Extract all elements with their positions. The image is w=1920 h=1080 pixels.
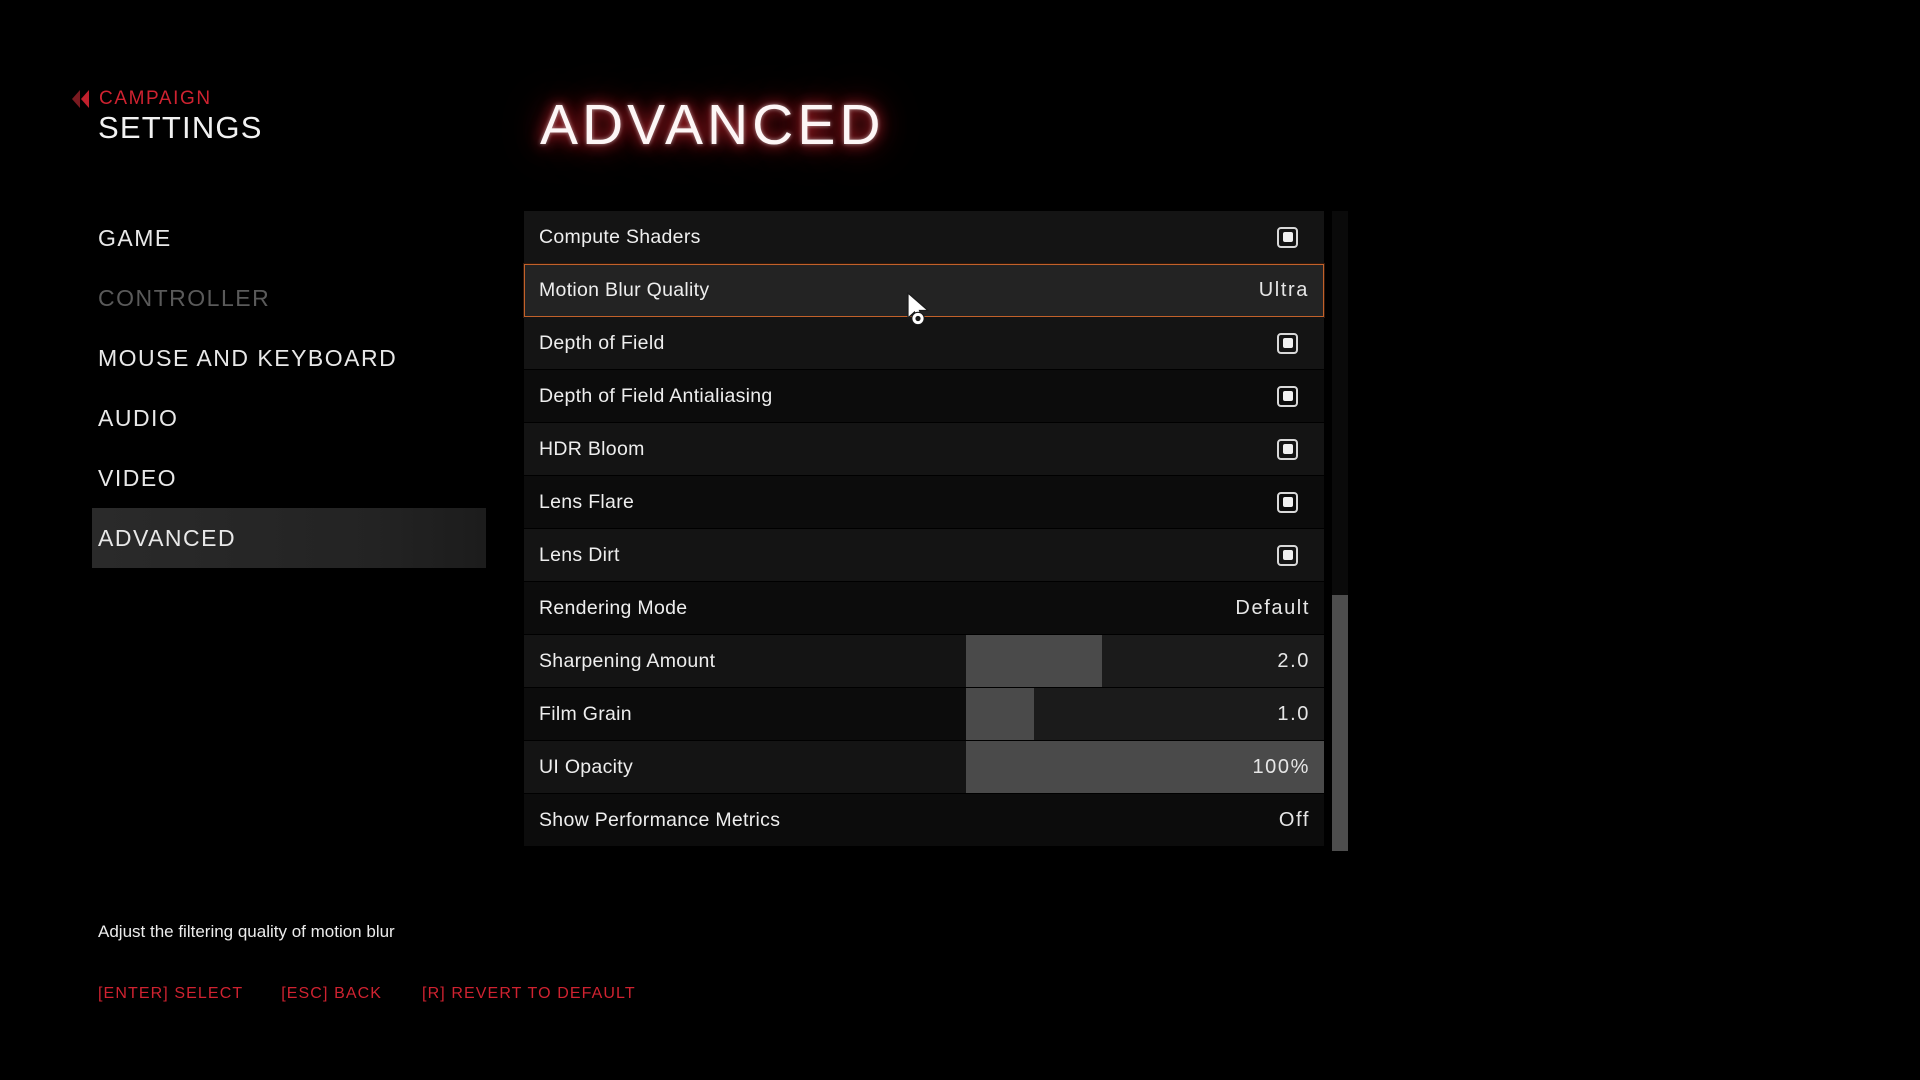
key-hint-action: BACK — [334, 985, 383, 1002]
setting-value[interactable]: 2.0 — [1277, 650, 1324, 673]
setting-label: Depth of Field Antialiasing — [539, 384, 773, 407]
double-chevron-left-icon[interactable] — [72, 90, 89, 108]
setting-label: Lens Flare — [539, 490, 635, 513]
sidebar-item-video[interactable]: VIDEO — [0, 448, 480, 508]
key-hint: [R] REVERT TO DEFAULT — [422, 985, 636, 1003]
slider-fill[interactable] — [966, 635, 1103, 687]
key-hints: [ENTER] SELECT [ESC] BACK [R] REVERT TO DE… — [98, 985, 636, 1003]
checkbox-mark-icon — [1282, 497, 1293, 507]
setting-label: HDR Bloom — [539, 437, 645, 460]
setting-row[interactable]: Rendering Mode Default — [524, 582, 1324, 635]
setting-value[interactable]: Off — [1279, 809, 1324, 832]
setting-row[interactable]: Lens Flare — [524, 476, 1324, 529]
sidebar-item-advanced[interactable]: ADVANCED — [92, 508, 486, 568]
checkbox-mark-icon — [1282, 444, 1293, 454]
help-description: Adjust the filtering quality of motion b… — [98, 922, 395, 941]
scrollbar-track[interactable] — [1332, 211, 1348, 851]
sidebar-item-game[interactable]: GAME — [0, 208, 480, 268]
setting-label: Motion Blur Quality — [539, 279, 710, 301]
setting-row[interactable]: UI Opacity 100% — [524, 741, 1324, 794]
settings-screen: CAMPAIGN SETTINGS GAME CONTROLLER MOUSE AN… — [0, 0, 1920, 1080]
key-hint-key: [ENTER] — [98, 985, 169, 1002]
key-hint-key: [ESC] — [281, 985, 329, 1002]
scrollbar-thumb[interactable] — [1332, 595, 1348, 851]
setting-row[interactable]: Film Grain 1.0 — [524, 688, 1324, 741]
arrow-cursor-icon — [906, 291, 936, 335]
sidebar-item-controller: CONTROLLER — [0, 268, 480, 328]
sidebar-item-label: VIDEO — [98, 464, 178, 491]
back-breadcrumb[interactable]: CAMPAIGN — [72, 88, 212, 110]
sidebar-item-label: MOUSE AND KEYBOARD — [98, 344, 398, 371]
sidebar-item-audio[interactable]: AUDIO — [0, 388, 480, 448]
setting-value[interactable]: Default — [1235, 597, 1324, 620]
setting-row[interactable]: Compute Shaders — [524, 211, 1324, 264]
breadcrumb-label: CAMPAIGN — [99, 88, 212, 109]
key-hint: [ENTER] SELECT — [98, 985, 243, 1003]
checkbox-toggle[interactable] — [1277, 544, 1298, 566]
checkbox-mark-icon — [1282, 550, 1293, 560]
sidebar-nav: GAME CONTROLLER MOUSE AND KEYBOARD AUDIO VID… — [0, 208, 486, 568]
setting-label: Film Grain — [539, 702, 632, 725]
checkbox-toggle[interactable] — [1277, 226, 1298, 248]
checkbox-mark-icon — [1282, 338, 1293, 348]
checkbox-mark-icon — [1282, 391, 1293, 401]
page-heading-settings: SETTINGS — [98, 110, 263, 145]
setting-label: Sharpening Amount — [539, 649, 716, 672]
setting-row[interactable]: Depth of Field Antialiasing — [524, 370, 1324, 423]
setting-value[interactable]: 100% — [1252, 756, 1324, 779]
setting-label: UI Opacity — [539, 755, 634, 778]
checkbox-toggle[interactable] — [1277, 332, 1298, 354]
key-hint-key: [R] — [422, 985, 446, 1002]
setting-label: Rendering Mode — [539, 596, 688, 619]
setting-label: Compute Shaders — [539, 225, 701, 248]
setting-row[interactable]: Sharpening Amount 2.0 — [524, 635, 1324, 688]
key-hint-action: REVERT TO DEFAULT — [451, 985, 636, 1002]
sidebar-item-mouse-and-keyboard[interactable]: MOUSE AND KEYBOARD — [0, 328, 480, 388]
setting-row[interactable]: HDR Bloom — [524, 423, 1324, 476]
setting-row[interactable]: Lens Dirt — [524, 529, 1324, 582]
checkbox-toggle[interactable] — [1277, 385, 1298, 407]
setting-label: Show Performance Metrics — [539, 808, 781, 831]
checkbox-toggle[interactable] — [1277, 438, 1298, 460]
sidebar-item-label: ADVANCED — [98, 524, 237, 551]
setting-label: Depth of Field — [539, 331, 665, 354]
sidebar-item-label: CONTROLLER — [98, 284, 271, 311]
key-hint-action: SELECT — [174, 985, 244, 1002]
key-hint: [ESC] BACK — [281, 985, 382, 1003]
sidebar-item-label: GAME — [98, 224, 172, 251]
checkbox-mark-icon — [1282, 232, 1293, 242]
page-title: ADVANCED — [540, 93, 885, 157]
setting-row[interactable]: Show Performance Metrics Off — [524, 794, 1324, 847]
setting-value[interactable]: 1.0 — [1277, 703, 1324, 726]
setting-value[interactable]: Ultra — [1259, 279, 1323, 302]
setting-label: Lens Dirt — [539, 543, 620, 566]
checkbox-toggle[interactable] — [1277, 491, 1298, 513]
sidebar-item-label: AUDIO — [98, 404, 179, 431]
slider-fill[interactable] — [966, 688, 1035, 740]
